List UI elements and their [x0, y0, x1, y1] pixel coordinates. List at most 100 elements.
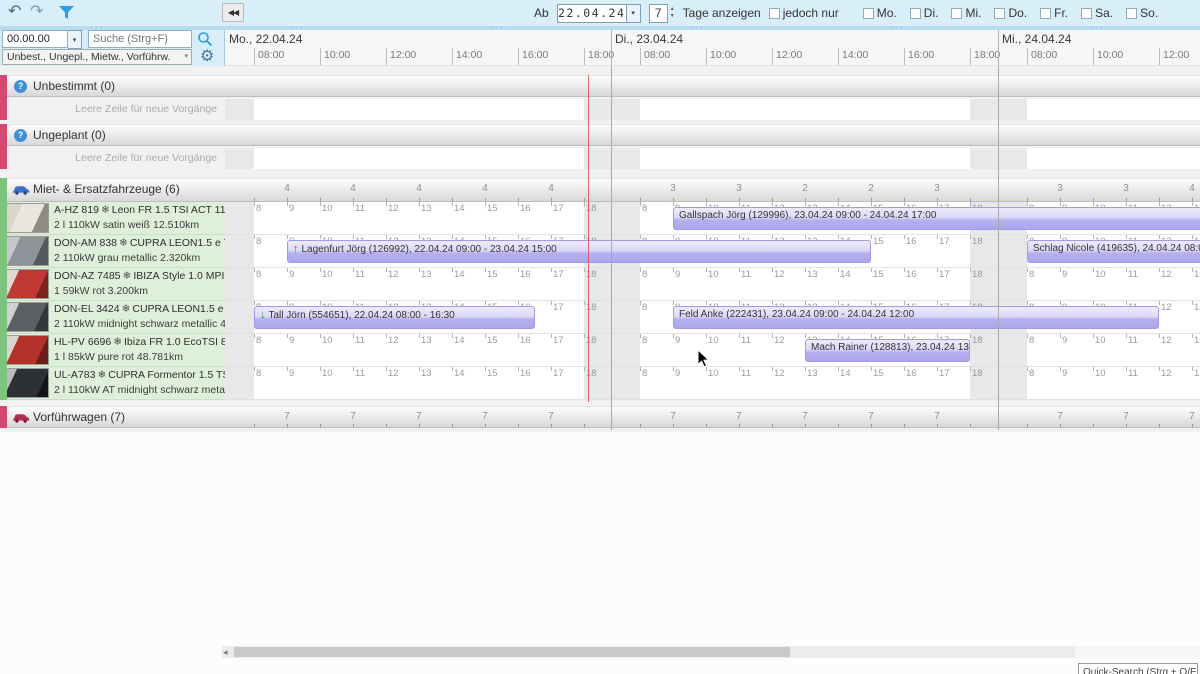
- booking-bar[interactable]: ↓Tall Jörn (554651), 22.04.24 08:00 - 16…: [254, 306, 535, 329]
- current-time-line: [588, 75, 589, 402]
- hour-tick: [805, 268, 806, 272]
- vehicle-timeline[interactable]: 8910111213141516171889101112131415161718…: [225, 301, 1200, 334]
- time-input[interactable]: 00.00.00: [2, 30, 68, 48]
- availability-count: 7: [668, 411, 678, 422]
- vehicle-label[interactable]: A-HZ 819❄Leon FR 1.5 TSI ACT 110 kW 2 l …: [0, 202, 225, 235]
- label-sa: Sa.: [1095, 6, 1113, 20]
- search-icon[interactable]: [197, 31, 213, 47]
- search-input[interactable]: [88, 30, 192, 48]
- hour-tick: [970, 301, 971, 305]
- hour-tick: [518, 235, 519, 239]
- vehicle-label[interactable]: HL-PV 6696❄Ibiza FR 1.0 EcoTSI 85 kW 1 l…: [0, 334, 225, 367]
- day-header-tue: Di., 23.04.24: [615, 32, 683, 46]
- redo-icon[interactable]: ↷: [30, 1, 43, 21]
- hour-tick: [518, 301, 519, 305]
- hour-tick: [640, 424, 641, 427]
- vehicle-timeline[interactable]: 8910111213141516171889101112131415161718…: [225, 235, 1200, 268]
- availability-count: 4: [1187, 183, 1197, 194]
- toolbar-grip[interactable]: ··· ··· ··· ··· ··· ···: [0, 26, 1200, 30]
- horizontal-scrollbar[interactable]: ◂: [222, 646, 1075, 658]
- group-header-unbestimmt[interactable]: ? Unbestimmt (0): [0, 75, 1200, 97]
- days-spinner[interactable]: ▲ ▼: [670, 7, 675, 19]
- grip-dots: ···: [490, 22, 505, 32]
- hour-tick: [320, 268, 321, 272]
- hour-tick: [1126, 235, 1127, 239]
- hour-tick: [1060, 301, 1061, 305]
- hour-tick: [1192, 301, 1193, 305]
- scroll-left-icon[interactable]: ◂: [223, 646, 228, 658]
- vehicle-timeline[interactable]: 8910111213141516171889101112131415161718…: [225, 334, 1200, 367]
- booking-label: Gallspach Jörg (129996), 23.04.24 09:00 …: [679, 210, 936, 221]
- vehicle-row: HL-PV 6696❄Ibiza FR 1.0 EcoTSI 85 kW 1 l…: [0, 334, 1200, 367]
- help-icon: ?: [14, 129, 27, 142]
- category-filter-dropdown[interactable]: Unbest., Ungepl., Mietw., Vorführw. ▾: [2, 49, 192, 65]
- vehicle-label[interactable]: UL-A783❄CUPRA Formentor 1.5 TSI 1 2 l 11…: [0, 367, 225, 400]
- vehicle-details: 2 110kW grau metallic 2.320km: [54, 252, 200, 264]
- vehicle-timeline[interactable]: 8910111213141516171889101112131415161718…: [225, 367, 1200, 400]
- vehicle-timeline[interactable]: 8910111213141516171889101112131415161718…: [225, 202, 1200, 235]
- scrollbar-thumb[interactable]: [234, 647, 790, 657]
- label-mo: Mo.: [877, 6, 897, 20]
- undo-icon[interactable]: ↶: [8, 1, 21, 21]
- collapse-panel-button[interactable]: ◀◀: [222, 3, 244, 22]
- group-header-ungeplant[interactable]: ? Ungeplant (0): [0, 124, 1200, 146]
- hour-tick: [485, 235, 486, 239]
- checkbox-mi[interactable]: [951, 8, 962, 19]
- hour-tick: [871, 198, 872, 201]
- hour-tick: [485, 301, 486, 305]
- checkbox-mo[interactable]: [863, 8, 874, 19]
- hour-tick: [640, 334, 641, 338]
- checkbox-do[interactable]: [994, 8, 1005, 19]
- checkbox-fr[interactable]: [1040, 8, 1051, 19]
- hour-tick: [805, 202, 806, 206]
- booking-bar[interactable]: ↑Lagenfurt Jörg (126992), 22.04.24 09:00…: [287, 240, 871, 263]
- booking-label: Lagenfurt Jörg (126992), 22.04.24 09:00 …: [302, 244, 557, 255]
- hour-tick: [551, 235, 552, 239]
- hour-tick: [1060, 198, 1061, 201]
- filter-icon[interactable]: [58, 5, 75, 21]
- scrollbar-track-end: [1075, 646, 1200, 658]
- quick-search-box[interactable]: Quick-Search (Strg + Q/Enter: [1078, 663, 1198, 674]
- hour-tick: [551, 424, 552, 427]
- only-weekdays-checkbox[interactable]: [769, 8, 780, 19]
- hour-number: 9: [289, 335, 294, 346]
- empty-row-timeline[interactable]: [225, 148, 1200, 169]
- hour-number: 17: [553, 203, 564, 214]
- hour-tick: [904, 202, 905, 206]
- hour-tick: [452, 301, 453, 305]
- hour-tick: [772, 268, 773, 272]
- days-count-input[interactable]: 7: [649, 4, 668, 23]
- checkbox-di[interactable]: [910, 8, 921, 19]
- date-dropdown-button[interactable]: ▾: [627, 4, 641, 23]
- vehicle-label[interactable]: DON-AM 838❄CUPRA LEON1.5 e TSI 2 110kW g…: [0, 235, 225, 268]
- booking-bar[interactable]: Mach Rainer (128813), 23.04.24 13:00 -: [805, 339, 970, 362]
- vehicle-label[interactable]: DON-AZ 7485❄IBIZA Style 1.0 MPI 5-G 1 59…: [0, 268, 225, 301]
- hour-tick: [772, 367, 773, 371]
- hour-number: 9: [1062, 269, 1067, 280]
- checkbox-sa[interactable]: [1081, 8, 1092, 19]
- empty-row-timeline[interactable]: [225, 99, 1200, 120]
- gear-icon[interactable]: ⚙: [200, 46, 214, 66]
- spinner-up-icon[interactable]: ▲: [670, 7, 675, 12]
- spinner-down-icon[interactable]: ▼: [670, 14, 675, 19]
- booking-bar[interactable]: Schlag Nicole (419635), 24.04.24 08:00 -…: [1027, 240, 1200, 263]
- hour-tick: [1027, 235, 1028, 239]
- date-input[interactable]: 22.04.24: [557, 4, 627, 23]
- empty-row-ungeplant[interactable]: Leere Zeile für neue Vorgänge: [0, 148, 1200, 169]
- hour-tick: [254, 301, 255, 305]
- hour-tick: [386, 235, 387, 239]
- checkbox-so[interactable]: [1126, 8, 1137, 19]
- vehicle-timeline[interactable]: 8910111213141516171889101112131415161718…: [225, 268, 1200, 301]
- hour-tick: [739, 301, 740, 305]
- hour-tick: [1159, 367, 1160, 371]
- group-header-vorfuehrwagen[interactable]: Vorführwagen (7) 7777777777777: [0, 406, 1200, 428]
- booking-bar[interactable]: Gallspach Jörg (129996), 23.04.24 09:00 …: [673, 207, 1200, 230]
- empty-row-unbestimmt[interactable]: Leere Zeile für neue Vorgänge: [0, 99, 1200, 120]
- hour-tick: [739, 367, 740, 371]
- hour-tick: [584, 202, 585, 206]
- booking-bar[interactable]: Feld Anke (222431), 23.04.24 09:00 - 24.…: [673, 306, 1159, 329]
- time-dropdown-button[interactable]: ▾: [68, 30, 82, 49]
- hour-tick: [287, 334, 288, 338]
- vehicle-label[interactable]: DON-EL 3424❄CUPRA LEON1.5 e TSI 2 110kW …: [0, 301, 225, 334]
- group-header-mietfahrzeuge[interactable]: Miet- & Ersatzfahrzeuge (6) 444443322333…: [0, 178, 1200, 202]
